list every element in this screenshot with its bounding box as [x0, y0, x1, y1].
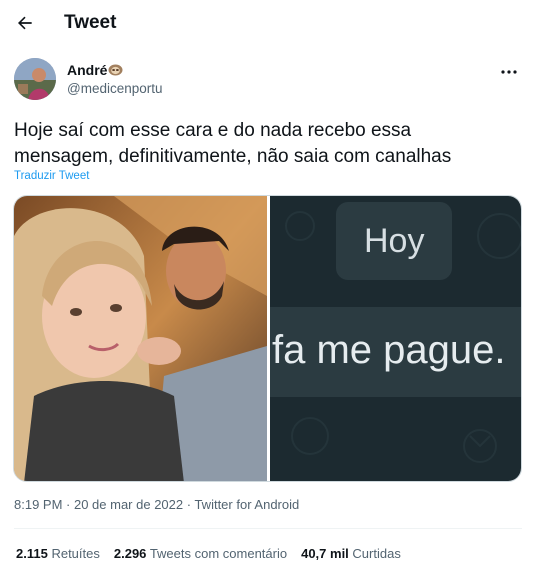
tweet-text: Hoje saí com esse cara e do nada recebo … [14, 120, 452, 167]
avatar[interactable] [14, 58, 56, 100]
retweets-stat[interactable]: 2.115 Retuítes [16, 546, 100, 561]
user-handle[interactable]: @medicenportu [67, 81, 163, 96]
avatar-image [14, 58, 56, 100]
sloth-emoji-icon [108, 64, 123, 76]
tweet-source[interactable]: Twitter for Android [194, 497, 299, 512]
page-title: Tweet [64, 12, 117, 33]
arrow-left-icon [18, 16, 32, 30]
more-icon [501, 70, 517, 74]
display-name[interactable]: André [67, 62, 123, 78]
back-button[interactable] [10, 8, 40, 38]
meta-separator: · [62, 497, 74, 512]
date-label: Hoy [364, 222, 425, 260]
likes-count: 40,7 mil [301, 546, 349, 561]
media-photo-selfie[interactable] [14, 196, 267, 481]
media-chat-screenshot[interactable]: Hoy fa me pague. [270, 196, 521, 481]
tweet-metadata: 8:19 PM · 20 de mar de 2022 · Twitter fo… [14, 497, 299, 512]
top-bar: Tweet [0, 0, 536, 48]
display-name-text: André [67, 62, 108, 78]
meta-separator: · [183, 497, 195, 512]
likes-label: Curtidas [352, 546, 401, 561]
tweet-media: Hoy fa me pague. [13, 195, 522, 482]
quote-tweets-label: Tweets com comentário [149, 546, 288, 561]
tweet-stats: 2.115 Retuítes 2.296 Tweets com comentár… [16, 546, 415, 561]
quote-tweets-stat[interactable]: 2.296 Tweets com comentário [114, 546, 287, 561]
tweet-author: André @medicenportu [14, 58, 522, 104]
translate-tweet-link[interactable]: Traduzir Tweet [14, 170, 89, 182]
more-options-button[interactable] [496, 62, 522, 82]
retweets-count: 2.115 [16, 546, 48, 561]
tweet-time[interactable]: 8:19 PM [14, 497, 62, 512]
retweets-label: Retuítes [51, 546, 100, 561]
tweet-date[interactable]: 20 de mar de 2022 [74, 497, 183, 512]
selfie-photo [14, 196, 267, 481]
quote-tweets-count: 2.296 [113, 546, 147, 561]
message-text: fa me pague. [272, 328, 506, 372]
likes-stat[interactable]: 40,7 mil Curtidas [301, 546, 401, 561]
divider [14, 528, 522, 529]
